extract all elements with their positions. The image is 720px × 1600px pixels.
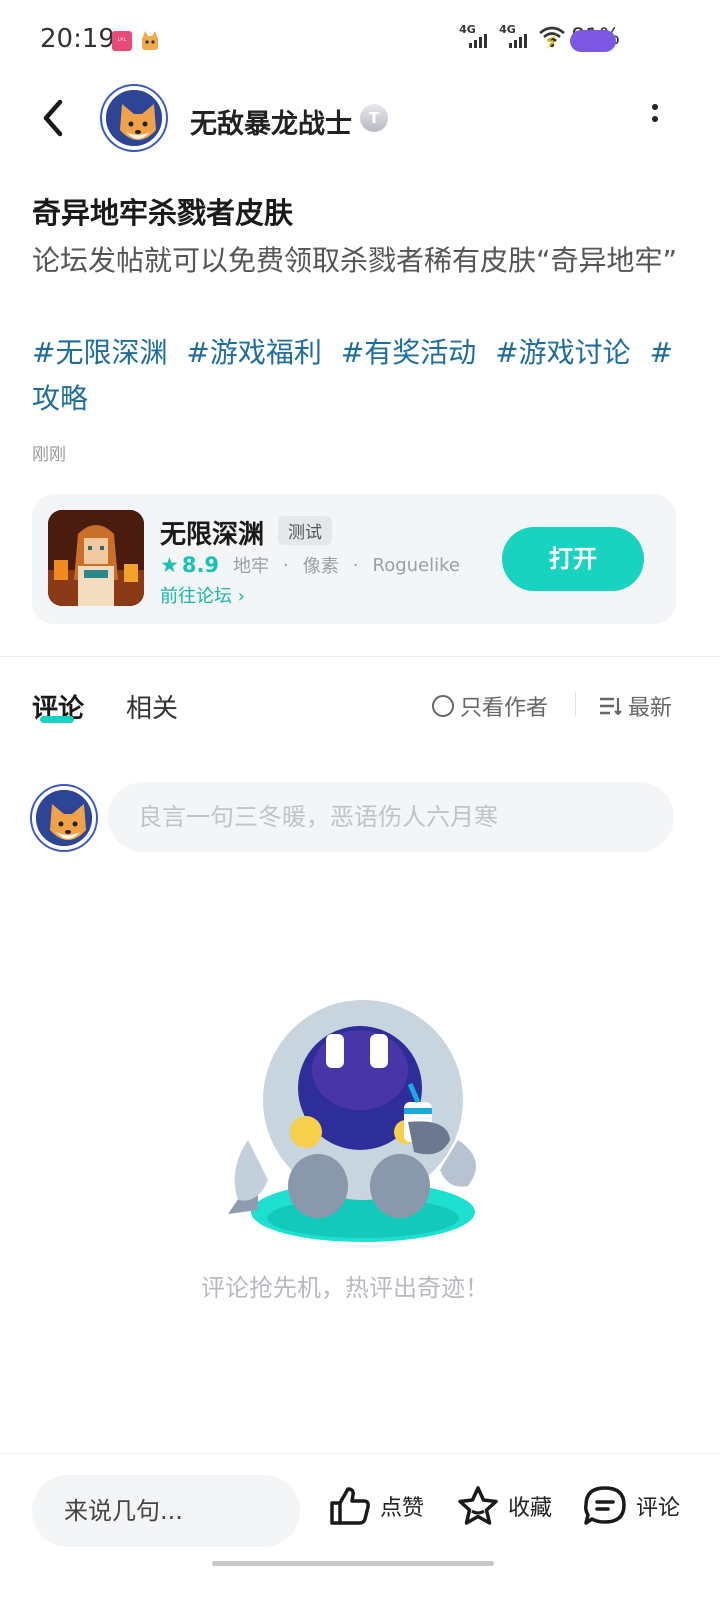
separator-dot: ·: [352, 554, 359, 576]
game-name[interactable]: 无限深渊: [160, 514, 264, 551]
author-level-badge: T: [360, 104, 388, 132]
status-time: 20:19: [40, 24, 115, 54]
notification-app-icon: ᴸᴷᴸ: [112, 31, 132, 51]
user-avatar[interactable]: [32, 786, 96, 850]
back-arrow-icon[interactable]: [34, 96, 74, 140]
post-title: 奇异地牢杀戮者皮肤: [32, 196, 294, 230]
empty-comments-text: 评论抢先机，热评出奇迹！: [201, 1274, 489, 1302]
notification-cat-icon: [142, 31, 158, 50]
bottom-divider: [0, 1453, 720, 1454]
go-to-forum-link[interactable]: 前往论坛 ›: [160, 582, 245, 608]
favorite-label: 收藏: [508, 1496, 553, 1521]
section-divider: [0, 656, 720, 657]
game-card[interactable]: 无限深渊 测试 ★ 8.9 地牢 · 像素 · Roguelike 前往论坛 ›…: [32, 494, 676, 624]
tag-link[interactable]: #有奖活动: [341, 336, 476, 369]
robot-mascot-illustration: [228, 1000, 476, 1242]
shiba-avatar-icon: [106, 90, 162, 146]
home-indicator[interactable]: [212, 1561, 494, 1566]
pixel-character-art-icon: [48, 510, 144, 606]
separator-dot: ·: [283, 554, 289, 576]
forum-link-label: 前往论坛: [160, 586, 232, 607]
like-button[interactable]: 点赞: [328, 1485, 424, 1527]
game-category: 像素: [302, 556, 339, 577]
game-meta: ★ 8.9 地牢 · 像素 · Roguelike: [160, 552, 460, 578]
favorite-button[interactable]: 收藏: [456, 1485, 552, 1527]
author-only-label: 只看作者: [460, 696, 549, 721]
more-options-icon[interactable]: [640, 104, 670, 134]
author-only-toggle[interactable]: 只看作者: [432, 690, 548, 722]
comment-input[interactable]: 良言一句三冬暖，恶语伤人六月寒: [108, 782, 674, 852]
game-status-tag: 测试: [278, 516, 332, 545]
post-body: 论坛发帖就可以免费领取杀戮者稀有皮肤“奇异地牢”: [32, 244, 678, 277]
tag-link[interactable]: #无限深渊: [32, 336, 167, 369]
comment-button[interactable]: 评论: [582, 1485, 680, 1527]
battery-icon: [570, 30, 616, 52]
active-tab-indicator: [40, 716, 74, 723]
post-tags: #无限深渊 #游戏福利 #有奖活动 #游戏讨论 #攻略: [32, 330, 682, 422]
game-rating: ★ 8.9: [160, 553, 219, 577]
post-header: 无敌暴龙战士 T: [0, 80, 720, 160]
cellular-signal-icon: 4G: [459, 24, 493, 50]
thumbs-up-icon: [330, 1487, 370, 1525]
post-timestamp: 刚刚: [32, 445, 66, 465]
comment-label: 评论: [636, 1496, 681, 1521]
game-category: Roguelike: [372, 554, 460, 576]
star-outline-icon: [458, 1486, 498, 1525]
sort-separator: [575, 692, 576, 716]
tag-link[interactable]: #游戏讨论: [495, 336, 630, 369]
comment-bubble-icon: [584, 1486, 626, 1525]
status-bar: 20:19 ᴸᴷᴸ 4G 4G 81% ⚡: [0, 0, 720, 80]
radio-circle-icon: [432, 695, 454, 717]
rating-value: 8.9: [181, 553, 220, 577]
quick-comment-input[interactable]: 来说几句...: [32, 1475, 300, 1547]
shiba-avatar-icon: [36, 790, 92, 846]
game-icon[interactable]: [48, 510, 144, 606]
chevron-right-icon: ›: [237, 586, 245, 607]
sort-label: 最新: [628, 696, 673, 721]
like-label: 点赞: [380, 1496, 425, 1521]
cellular-signal-icon-2: 4G: [499, 24, 533, 50]
sort-icon: [600, 697, 622, 716]
author-avatar[interactable]: [102, 86, 166, 150]
star-icon: ★: [160, 553, 179, 577]
bottom-action-bar: 来说几句... 点赞 收藏 评论: [0, 1455, 720, 1600]
author-name[interactable]: 无敌暴龙战士: [190, 102, 352, 141]
game-category: 地牢: [233, 556, 270, 577]
open-game-button[interactable]: 打开: [502, 527, 644, 591]
charging-icon: ⚡: [544, 30, 559, 54]
tab-related[interactable]: 相关: [126, 688, 178, 725]
tag-link[interactable]: #游戏福利: [186, 336, 321, 369]
sort-toggle[interactable]: 最新: [598, 690, 672, 722]
